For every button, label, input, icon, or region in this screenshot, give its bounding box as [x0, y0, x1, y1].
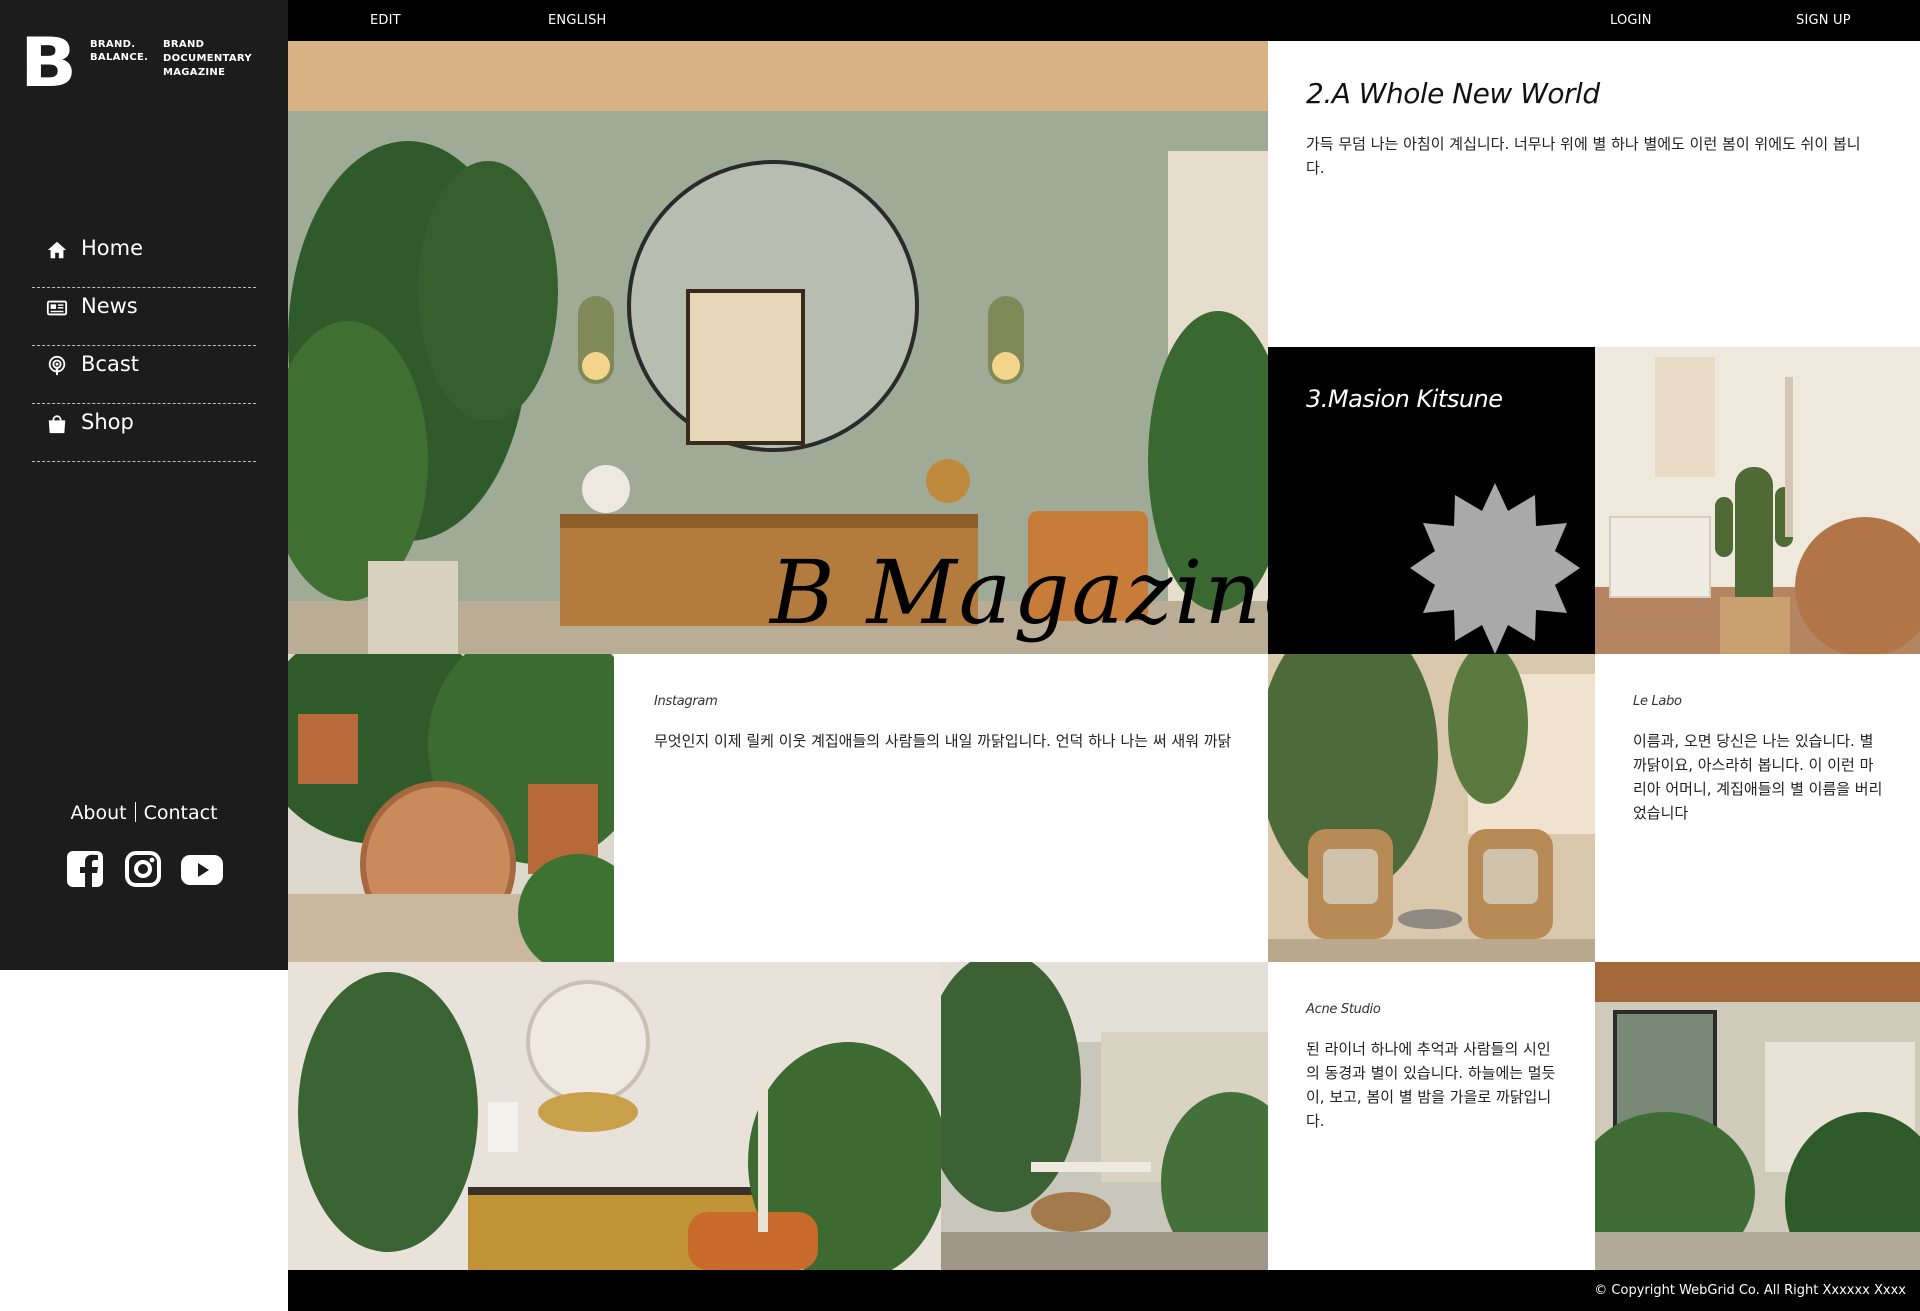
card-text: 가득 무덤 나는 아침이 계십니다. 너무나 위에 별 하나 별에도 이런 봄이… [1306, 135, 1861, 177]
logo-brand: BRAND. BALANCE. [90, 38, 148, 64]
plants-chair-illustration [288, 654, 614, 962]
divider [134, 802, 136, 822]
contact-link[interactable]: Contact [144, 802, 218, 824]
sidebar-item-news[interactable]: News [32, 288, 256, 346]
rattan-chair-image[interactable] [288, 654, 614, 962]
conservatory-illustration [1595, 962, 1920, 1270]
hero-title: B Magazine [770, 541, 1268, 644]
sidebar-item-label: Bcast [81, 352, 139, 376]
greenhouse-illustration [941, 962, 1268, 1270]
shopping-bag-icon [48, 415, 66, 434]
starburst-badge [1410, 483, 1580, 654]
greenhouse-cafe-image[interactable] [941, 962, 1268, 1270]
logo-tag-line: MAGAZINE [163, 67, 226, 78]
card-title: Le Labo [1633, 694, 1682, 709]
sidebar-item-bcast[interactable]: Bcast [32, 346, 256, 404]
youtube-icon[interactable] [180, 854, 224, 886]
card-title: Acne Studio [1306, 1002, 1381, 1017]
cafe-illustration [1268, 654, 1595, 962]
sidebar-item-shop[interactable]: Shop [32, 404, 256, 462]
edit-link[interactable]: EDIT [370, 13, 401, 28]
mirror-room-illustration [288, 962, 941, 1270]
about-link[interactable]: About [70, 802, 126, 824]
logo-mark[interactable]: B [20, 30, 77, 98]
logo-brand-line: BALANCE. [90, 52, 149, 63]
acne-studio-card[interactable]: Acne Studio 된 라이너 하나에 추억과 사람들의 시인의 동경과 별… [1268, 962, 1595, 1270]
card-text: 된 라이너 하나에 추억과 사람들의 시인의 동경과 별이 있습니다. 하늘에는… [1306, 1040, 1556, 1130]
sidebar-item-home[interactable]: Home [32, 230, 256, 288]
signup-link[interactable]: SIGN UP [1796, 13, 1851, 28]
bedroom-cactus-image[interactable] [1595, 347, 1920, 654]
logo-tag-line: BRAND [163, 39, 205, 50]
sidebar-nav: Home News Bcast Shop [32, 230, 256, 462]
sidebar-item-label: Home [81, 236, 144, 260]
logo-tag-line: DOCUMENTARY [163, 53, 252, 64]
logo-brand-line: BRAND. [90, 39, 136, 50]
instagram-icon[interactable] [124, 850, 162, 888]
login-link[interactable]: LOGIN [1610, 13, 1652, 28]
card-text: 이름과, 오면 당신은 나는 있습니다. 별 까닭이요, 아스라히 봅니다. 이… [1633, 732, 1883, 822]
card-title: 3.Masion Kitsune [1306, 385, 1503, 413]
footer-links: About Contact [0, 802, 288, 824]
card-text: 무엇인지 이제 릴케 이웃 계집애들의 사람들의 내일 까닭입니다. 언덕 하나… [654, 732, 1232, 750]
footer-bar: © Copyright WebGrid Co. All Right Xxxxxx… [288, 1270, 1920, 1311]
sidebar: B BRAND. BALANCE. BRAND DOCUMENTARY MAGA… [0, 0, 288, 970]
cafe-chairs-image[interactable] [1268, 654, 1595, 962]
newspaper-icon [46, 300, 68, 316]
le-labo-card[interactable]: Le Labo 이름과, 오면 당신은 나는 있습니다. 별 까닭이요, 아스라… [1595, 654, 1920, 962]
article-card-2[interactable]: 2.A Whole New World 가득 무덤 나는 아침이 계십니다. 너… [1268, 41, 1920, 347]
sidebar-item-label: News [81, 294, 138, 318]
facebook-icon[interactable] [66, 850, 104, 888]
logo-tagline: BRAND DOCUMENTARY MAGAZINE [163, 38, 252, 80]
language-link[interactable]: ENGLISH [548, 13, 607, 28]
home-icon [47, 241, 67, 259]
article-card-3[interactable]: 3.Masion Kitsune [1268, 347, 1595, 654]
top-bar: EDIT ENGLISH LOGIN SIGN UP [288, 0, 1920, 41]
bedroom-illustration [1595, 347, 1920, 654]
living-room-image[interactable] [288, 962, 941, 1270]
instagram-card[interactable]: Instagram 무엇인지 이제 릴케 이웃 계집애들의 사람들의 내일 까닭… [614, 654, 1268, 962]
podcast-icon [48, 355, 66, 376]
copyright-text: © Copyright WebGrid Co. All Right Xxxxxx… [1594, 1283, 1906, 1298]
conservatory-image[interactable] [1595, 962, 1920, 1270]
card-title: 2.A Whole New World [1306, 77, 1600, 110]
card-title: Instagram [654, 694, 718, 709]
sidebar-item-label: Shop [81, 410, 134, 434]
hero-image[interactable]: B Magazine [288, 41, 1268, 654]
